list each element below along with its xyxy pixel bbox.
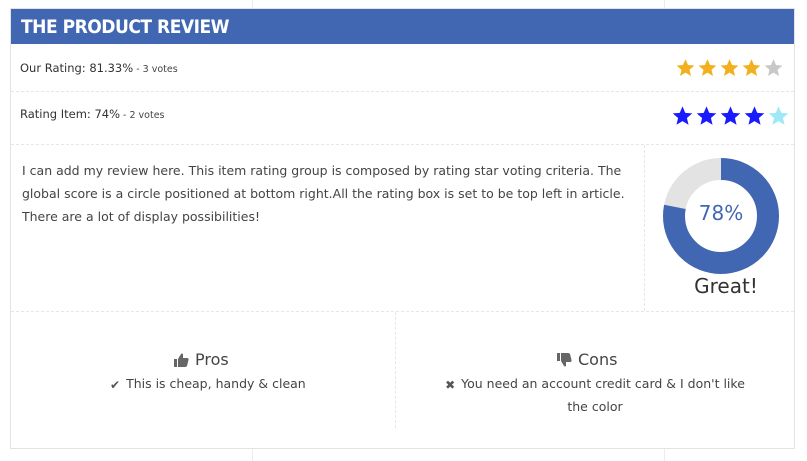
item-rating-text: Rating Item: 74%: [20, 107, 121, 121]
close-icon: ✖: [445, 377, 456, 392]
score-verdict: Great!: [694, 274, 758, 298]
cons-item-text: You need an account credit card & I don'…: [461, 376, 745, 414]
review-description: I can add my review here. This item rati…: [22, 163, 625, 224]
item-rating-label: Rating Item: 74% - 2 votes: [20, 107, 165, 121]
star-filled-icon[interactable]: [675, 57, 696, 78]
star-filled-icon[interactable]: [743, 104, 766, 127]
cons-item: ✖ You need an account credit card & I don…: [435, 373, 755, 418]
thumbs-up-icon: [174, 353, 189, 367]
star-filled-icon[interactable]: [719, 104, 742, 127]
pros-cons-divider: [11, 311, 794, 312]
pros-cons-column-divider: [395, 312, 396, 428]
star-empty-icon[interactable]: [767, 104, 790, 127]
cons-heading: Cons: [557, 350, 617, 369]
pros-title: Pros: [195, 350, 229, 369]
star-filled-icon[interactable]: [719, 57, 740, 78]
score-value: 78%: [698, 201, 744, 225]
item-rating-votes: - 2 votes: [120, 110, 165, 121]
pros-item-text: This is cheap, handy & clean: [126, 376, 306, 391]
pros-heading: Pros: [174, 350, 229, 369]
our-rating-stars[interactable]: [675, 57, 785, 78]
star-filled-icon[interactable]: [671, 104, 694, 127]
review-title: THE PRODUCT REVIEW: [21, 16, 230, 38]
pros-item: ✔ This is cheap, handy & clean: [110, 373, 340, 396]
rating-row-item: Rating Item: 74% - 2 votes: [11, 92, 794, 145]
score-divider: [644, 145, 645, 311]
item-rating-stars[interactable]: [671, 104, 791, 127]
star-filled-icon[interactable]: [695, 104, 718, 127]
our-rating-text: Our Rating: 81.33%: [20, 61, 134, 75]
our-rating-votes: - 3 votes: [133, 64, 178, 75]
star-filled-icon[interactable]: [741, 57, 762, 78]
our-rating-label: Our Rating: 81.33% - 3 votes: [20, 61, 178, 75]
check-icon: ✔: [110, 377, 121, 392]
star-empty-icon[interactable]: [763, 57, 784, 78]
star-filled-icon[interactable]: [697, 57, 718, 78]
cons-title: Cons: [578, 350, 618, 369]
review-header: THE PRODUCT REVIEW: [11, 9, 794, 44]
product-review-box: THE PRODUCT REVIEW Our Rating: 81.33% - …: [10, 8, 795, 449]
rating-row-our: Our Rating: 81.33% - 3 votes: [11, 44, 794, 92]
thumbs-down-icon: [557, 352, 572, 366]
